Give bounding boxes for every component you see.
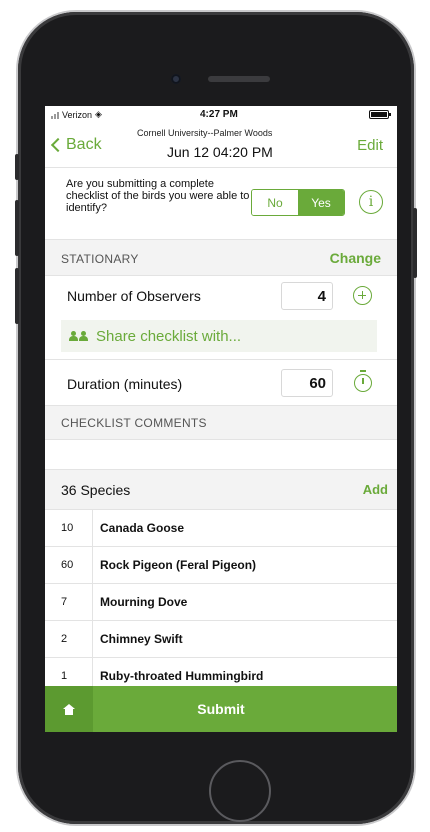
- signal-icon: [51, 111, 59, 119]
- species-name: Chimney Swift: [100, 632, 183, 646]
- species-name: Mourning Dove: [100, 595, 188, 609]
- share-checklist-label: Share checklist with...: [96, 327, 242, 345]
- species-header: 36 Species Add: [45, 470, 397, 510]
- bottom-action-bar: Submit: [45, 686, 397, 732]
- protocol-header: STATIONARY Change: [45, 240, 397, 276]
- species-row[interactable]: 2 Chimney Swift: [45, 621, 397, 658]
- duration-label: Duration (minutes): [67, 376, 183, 392]
- species-count-cell[interactable]: 60: [45, 547, 93, 583]
- submit-button[interactable]: Submit: [93, 686, 397, 732]
- species-list: 10 Canada Goose 60 Rock Pigeon (Feral Pi…: [45, 510, 397, 695]
- comments-field[interactable]: [45, 440, 397, 470]
- home-button[interactable]: [209, 760, 271, 822]
- checklist-date-time: Jun 12 04:20 PM: [167, 144, 273, 160]
- toggle-yes-option[interactable]: Yes: [298, 190, 344, 215]
- carrier-indicator: Verizon ◈: [51, 109, 102, 120]
- mute-switch: [15, 154, 19, 180]
- navigation-bar: Back Cornell University--Palmer Woods Ju…: [45, 124, 397, 168]
- status-time: 4:27 PM: [200, 109, 238, 120]
- species-name: Rock Pigeon (Feral Pigeon): [100, 558, 257, 572]
- volume-up-button: [15, 200, 19, 256]
- earpiece-speaker: [208, 76, 270, 82]
- species-row[interactable]: 10 Canada Goose: [45, 510, 397, 547]
- home-tab-button[interactable]: [45, 686, 93, 732]
- duration-row: Duration (minutes) 60: [45, 360, 397, 406]
- stopwatch-icon[interactable]: [354, 370, 372, 392]
- species-count-cell[interactable]: 7: [45, 584, 93, 620]
- duration-input[interactable]: 60: [281, 369, 333, 397]
- chevron-left-icon: [50, 137, 66, 153]
- status-bar: Verizon ◈ 4:27 PM: [45, 106, 397, 124]
- volume-down-button: [15, 268, 19, 324]
- app-screen: Verizon ◈ 4:27 PM Back Cornell Universit…: [45, 106, 397, 732]
- carrier-name: Verizon: [62, 109, 93, 120]
- people-icon: [69, 331, 88, 341]
- info-icon[interactable]: i: [359, 190, 383, 214]
- species-row[interactable]: 7 Mourning Dove: [45, 584, 397, 621]
- comments-header: CHECKLIST COMMENTS: [45, 406, 397, 440]
- complete-checklist-toggle[interactable]: No Yes: [251, 189, 345, 216]
- complete-checklist-row: Are you submitting a complete checklist …: [45, 168, 397, 240]
- location-name: Cornell University--Palmer Woods: [137, 128, 273, 138]
- species-row[interactable]: 60 Rock Pigeon (Feral Pigeon): [45, 547, 397, 584]
- plus-circle-icon[interactable]: [353, 286, 372, 305]
- toggle-no-option[interactable]: No: [252, 190, 298, 215]
- front-camera: [171, 74, 181, 84]
- edit-button[interactable]: Edit: [357, 137, 383, 154]
- wifi-icon: ◈: [95, 109, 102, 119]
- species-count: 36 Species: [61, 482, 131, 498]
- battery-icon: [369, 110, 391, 119]
- share-row: Share checklist with...: [45, 316, 397, 360]
- species-count-cell[interactable]: 10: [45, 510, 93, 546]
- change-protocol-button[interactable]: Change: [330, 250, 381, 266]
- add-species-button[interactable]: Add: [363, 482, 388, 497]
- observers-input[interactable]: 4: [281, 282, 333, 310]
- power-button: [413, 208, 417, 278]
- species-name: Canada Goose: [100, 521, 185, 535]
- back-label: Back: [66, 136, 102, 153]
- protocol-label: STATIONARY: [61, 252, 139, 266]
- share-checklist-button[interactable]: Share checklist with...: [61, 320, 377, 352]
- observers-label: Number of Observers: [67, 288, 201, 304]
- comments-label: CHECKLIST COMMENTS: [61, 416, 207, 430]
- back-button[interactable]: Back: [50, 136, 102, 154]
- species-count-cell[interactable]: 2: [45, 621, 93, 657]
- observers-row: Number of Observers 4: [45, 276, 397, 316]
- complete-checklist-question: Are you submitting a complete checklist …: [66, 178, 250, 214]
- home-icon: [63, 703, 75, 715]
